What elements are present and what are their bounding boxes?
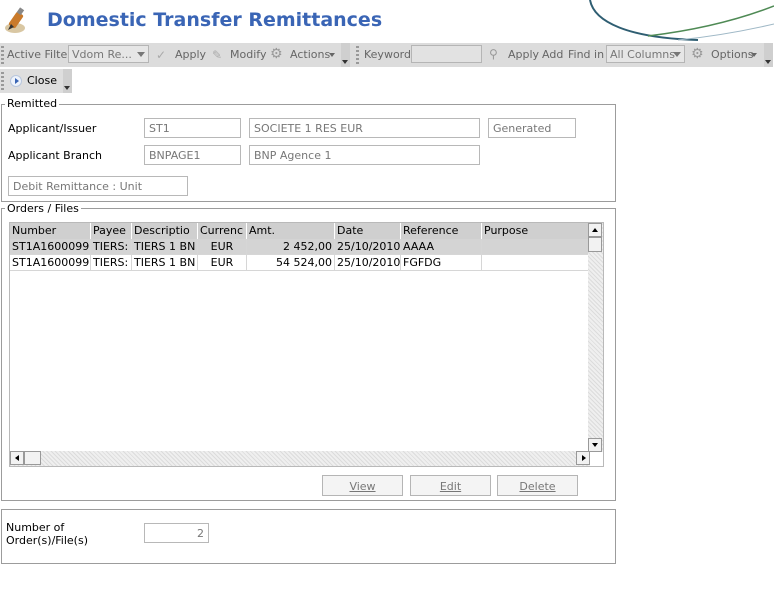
cell-reference: AAAA xyxy=(401,239,482,255)
scroll-right-button[interactable] xyxy=(576,451,590,465)
add-button[interactable]: Add xyxy=(542,48,563,61)
orders-grid[interactable]: Number Payee Descriptio Currenc Amt. Dat… xyxy=(9,222,604,467)
column-header[interactable]: Amt. xyxy=(247,223,335,239)
edit-button[interactable]: Edit xyxy=(410,475,491,496)
app-logo-icon xyxy=(4,6,32,36)
cell-amount: 2 452,00 xyxy=(247,239,335,255)
order-count-label-line1: Number of xyxy=(6,521,65,534)
applicant-name-field[interactable]: SOCIETE 1 RES EUR xyxy=(249,118,480,138)
command-toolbar: Close xyxy=(0,69,63,93)
options-gear-icon: ⚙ xyxy=(691,46,704,62)
chevron-down-icon xyxy=(673,52,681,57)
scroll-left-icon xyxy=(15,455,19,461)
apply-filter-button[interactable]: Apply xyxy=(175,48,206,61)
find-in-value: All Columns xyxy=(610,48,675,61)
toolbar-grip xyxy=(356,46,359,64)
branch-name-field[interactable]: BNP Agence 1 xyxy=(249,145,480,165)
cell-date: 25/10/2010 xyxy=(335,239,401,255)
cell-number: ST1A1600099 xyxy=(10,239,91,255)
column-header[interactable]: Currenc xyxy=(198,223,247,239)
debit-remittance-field[interactable]: Debit Remittance : Unit xyxy=(8,176,188,196)
scroll-up-icon xyxy=(592,228,598,232)
cell-payee: TIERS: xyxy=(91,255,132,271)
cell-description: TIERS 1 BN xyxy=(132,239,198,255)
table-row[interactable]: ST1A1600099 TIERS: TIERS 1 BN EUR 54 524… xyxy=(10,255,590,271)
toolbar-overflow-button[interactable] xyxy=(764,43,773,67)
column-header[interactable]: Reference xyxy=(401,223,482,239)
options-menu-button[interactable]: Options xyxy=(711,48,753,61)
close-arrow-icon xyxy=(10,75,22,87)
filter-toolbar: Active Filter Vdom Re... ✓ Apply ✎ Modif… xyxy=(0,43,765,67)
toolbar-grip xyxy=(1,72,4,90)
toolbar-overflow-button[interactable] xyxy=(63,69,72,93)
actions-menu-button[interactable]: Actions xyxy=(290,48,330,61)
active-filter-value: Vdom Re... xyxy=(72,48,132,61)
apply-filter-icon: ✓ xyxy=(156,48,167,62)
delete-button[interactable]: Delete xyxy=(497,475,578,496)
active-filter-select[interactable]: Vdom Re... xyxy=(68,45,149,63)
summary-section xyxy=(1,509,616,564)
scroll-up-button[interactable] xyxy=(588,223,602,237)
cell-purpose xyxy=(482,239,590,255)
scroll-right-icon xyxy=(582,455,586,461)
column-header[interactable]: Payee xyxy=(91,223,132,239)
scroll-thumb[interactable] xyxy=(24,451,41,465)
grid-header: Number Payee Descriptio Currenc Amt. Dat… xyxy=(10,223,603,239)
toolbar-grip xyxy=(1,46,4,64)
active-filter-label: Active Filter xyxy=(7,48,72,61)
table-row[interactable]: ST1A1600099 TIERS: TIERS 1 BN EUR 2 452,… xyxy=(10,239,590,255)
cell-number: ST1A1600099 xyxy=(10,255,91,271)
applicant-branch-label: Applicant Branch xyxy=(8,149,102,162)
cell-reference: FGFDG xyxy=(401,255,482,271)
status-field[interactable]: Generated xyxy=(488,118,576,138)
cell-currency: EUR xyxy=(198,255,247,271)
column-header[interactable]: Descriptio xyxy=(132,223,198,239)
binoculars-icon: ⚲ xyxy=(489,47,498,61)
applicant-issuer-label: Applicant/Issuer xyxy=(8,122,97,135)
horizontal-scrollbar[interactable] xyxy=(10,451,590,466)
column-header[interactable]: Purpose xyxy=(482,223,590,239)
header-swoosh-decoration xyxy=(588,0,774,42)
remitted-section-title: Remitted xyxy=(5,97,60,110)
column-header[interactable]: Date xyxy=(335,223,401,239)
close-button[interactable]: Close xyxy=(27,74,57,87)
cell-currency: EUR xyxy=(198,239,247,255)
modify-filter-icon: ✎ xyxy=(212,48,223,62)
actions-chevron-icon xyxy=(329,53,335,57)
order-count-field[interactable]: 2 xyxy=(144,523,209,543)
scroll-left-button[interactable] xyxy=(10,451,24,465)
column-header[interactable]: Number xyxy=(10,223,91,239)
cell-description: TIERS 1 BN xyxy=(132,255,198,271)
order-count-label-line2: Order(s)/File(s) xyxy=(6,534,89,547)
cell-amount: 54 524,00 xyxy=(247,255,335,271)
chevron-down-icon xyxy=(137,52,145,57)
scroll-down-button[interactable] xyxy=(588,438,602,452)
view-button[interactable]: View xyxy=(322,475,403,496)
find-in-label: Find in xyxy=(568,48,605,61)
page-title: Domestic Transfer Remittances xyxy=(47,9,383,31)
options-chevron-icon xyxy=(751,53,757,57)
vertical-scrollbar[interactable] xyxy=(588,223,603,452)
orders-files-section-title: Orders / Files xyxy=(5,202,81,215)
applicant-code-field[interactable]: ST1 xyxy=(144,118,241,138)
cell-date: 25/10/2010 xyxy=(335,255,401,271)
cell-purpose xyxy=(482,255,590,271)
toolbar-overflow-button[interactable] xyxy=(341,43,350,67)
branch-code-field[interactable]: BNPAGE1 xyxy=(144,145,241,165)
apply-search-button[interactable]: Apply xyxy=(508,48,539,61)
keyword-label: Keyword xyxy=(364,48,411,61)
scroll-thumb[interactable] xyxy=(588,237,602,252)
find-in-select[interactable]: All Columns xyxy=(606,45,685,63)
cell-payee: TIERS: xyxy=(91,239,132,255)
keyword-input[interactable] xyxy=(411,45,482,63)
modify-filter-button[interactable]: Modify xyxy=(230,48,266,61)
gear-icon: ⚙ xyxy=(270,46,283,62)
scroll-down-icon xyxy=(592,443,598,447)
